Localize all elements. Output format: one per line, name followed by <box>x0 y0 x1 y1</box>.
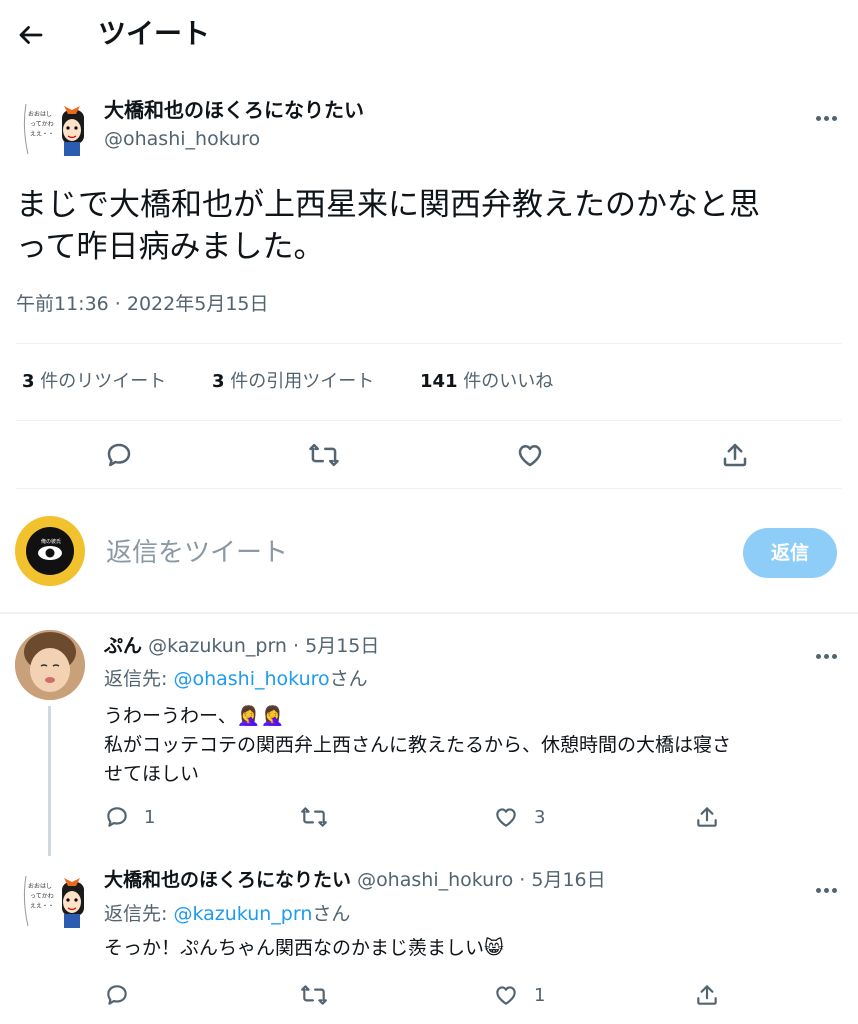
page-title: ツイート <box>98 17 211 50</box>
divider <box>16 488 842 489</box>
like-count: 1 <box>534 984 546 1006</box>
reply-submit-button[interactable]: 返信 <box>743 528 837 578</box>
retweet-icon[interactable] <box>308 440 340 470</box>
reply-date[interactable]: · 5月16日 <box>513 869 605 891</box>
svg-text:ええ・・: ええ・・ <box>30 131 54 138</box>
like-action[interactable]: 1 <box>492 982 545 1008</box>
replying-to-prefix: 返信先: <box>104 668 174 690</box>
like-icon[interactable] <box>514 440 546 470</box>
replying-to-suffix: さん <box>329 668 368 690</box>
svg-text:ってかわ: ってかわ <box>30 893 54 900</box>
retweet-icon <box>301 985 327 1005</box>
reply-text-line: うわーうわー、 <box>104 705 237 727</box>
reply-author-handle[interactable]: @kazukun_prn <box>148 635 287 657</box>
reply-count: 1 <box>144 806 156 828</box>
quotes-label: 件の引用ツイート <box>224 371 375 392</box>
stat-likes[interactable]: 141 件のいいね <box>420 368 553 396</box>
retweet-action[interactable] <box>300 982 342 1008</box>
compose-input[interactable]: 返信をツイート <box>106 534 288 572</box>
facepalm-emoji: 🤦‍♀️🤦‍♀️ <box>236 705 285 727</box>
smiling-cat-emoji: 😸 <box>484 937 504 959</box>
share-icon[interactable] <box>694 982 720 1008</box>
divider <box>0 612 858 614</box>
author-avatar[interactable]: おおはし ってかわ ええ・・ <box>18 96 90 160</box>
retweet-icon <box>301 807 327 827</box>
like-icon <box>496 808 516 827</box>
share-icon[interactable] <box>720 440 750 470</box>
svg-text:おおはし: おおはし <box>28 883 52 890</box>
reply-author-name[interactable]: 大橋和也のほくろになりたい <box>104 869 351 891</box>
replying-to-handle[interactable]: @ohashi_hokuro <box>173 668 329 690</box>
reply-avatar[interactable] <box>15 630 85 700</box>
reply-author-handle[interactable]: @ohashi_hokuro <box>357 869 513 891</box>
reply-text: うわーうわー、🤦‍♀️🤦‍♀️ 私がコッテコテの関西弁上西さんに教えたるから、休… <box>104 702 844 789</box>
author-handle[interactable]: @ohashi_hokuro <box>104 126 260 152</box>
svg-text:ってかわ: ってかわ <box>30 121 54 128</box>
tweet-text-line: まじで大橋和也が上西星来に関西弁教えたのかなと思 <box>16 187 760 223</box>
replying-to-suffix: さん <box>312 903 351 925</box>
reply-text: そっか！ぷんちゃん関西なのかまじ羨ましい😸 <box>104 934 844 963</box>
back-arrow-icon[interactable] <box>16 20 46 50</box>
like-action[interactable]: 3 <box>492 804 545 830</box>
retweets-count: 3 <box>22 371 35 392</box>
more-options-icon[interactable] <box>816 106 840 125</box>
divider <box>16 420 842 421</box>
reply-date[interactable]: · 5月15日 <box>287 635 379 657</box>
compose-avatar[interactable]: 俺の彼氏 <box>15 516 85 586</box>
reply-header: ぷん @kazukun_prn · 5月15日 <box>104 632 379 660</box>
replying-to-prefix: 返信先: <box>104 903 174 925</box>
retweet-action[interactable] <box>300 804 342 830</box>
header: ツイート <box>0 0 858 70</box>
likes-count: 141 <box>420 371 458 392</box>
svg-text:俺の彼氏: 俺の彼氏 <box>41 538 61 545</box>
more-options-icon[interactable] <box>816 644 840 663</box>
replying-to-handle[interactable]: @kazukun_prn <box>173 903 312 925</box>
thread-line <box>48 706 51 856</box>
tweet-text: まじで大橋和也が上西星来に関西弁教えたのかなと思 って昨日病みました。 <box>16 184 846 268</box>
reply-author-name[interactable]: ぷん <box>104 635 142 657</box>
like-icon <box>496 986 516 1005</box>
retweets-label: 件のリツイート <box>34 371 167 392</box>
reply-text-line: うわーうわー、🤦‍♀️🤦‍♀️ <box>104 702 844 731</box>
reply-icon <box>107 807 127 827</box>
reply-text-line: そっか！ぷんちゃん関西なのかまじ羨ましい <box>104 937 485 959</box>
svg-text:おおはし: おおはし <box>28 111 52 118</box>
reply-icon[interactable] <box>104 440 134 470</box>
stat-quotes[interactable]: 3 件の引用ツイート <box>212 368 374 396</box>
more-options-icon[interactable] <box>816 878 840 897</box>
share-icon[interactable] <box>694 804 720 830</box>
reply-header: 大橋和也のほくろになりたい @ohashi_hokuro · 5月16日 <box>104 866 606 894</box>
reply-action[interactable] <box>104 982 144 1008</box>
tweet-text-line: って昨日病みました。 <box>16 229 325 265</box>
reply-text-line: 私がコッテコテの関西弁上西さんに教えたるから、休憩時間の大橋は寝さ <box>104 734 732 756</box>
stat-retweets[interactable]: 3 件のリツイート <box>22 368 166 396</box>
divider <box>16 343 842 344</box>
like-count: 3 <box>534 806 546 828</box>
reply-icon <box>107 985 127 1005</box>
reply-action[interactable]: 1 <box>104 804 155 830</box>
replying-to: 返信先: @ohashi_hokuroさん <box>104 665 368 693</box>
author-name[interactable]: 大橋和也のほくろになりたい <box>104 96 364 124</box>
tweet-timestamp[interactable]: 午前11:36 · 2022年5月15日 <box>16 290 269 318</box>
reply-avatar[interactable]: おおはし ってかわ ええ・・ <box>18 868 90 932</box>
likes-label: 件のいいね <box>457 371 554 392</box>
replying-to: 返信先: @kazukun_prnさん <box>104 900 350 928</box>
quotes-count: 3 <box>212 371 225 392</box>
svg-text:ええ・・: ええ・・ <box>30 903 54 910</box>
reply-text-line: せてほしい <box>104 763 200 785</box>
